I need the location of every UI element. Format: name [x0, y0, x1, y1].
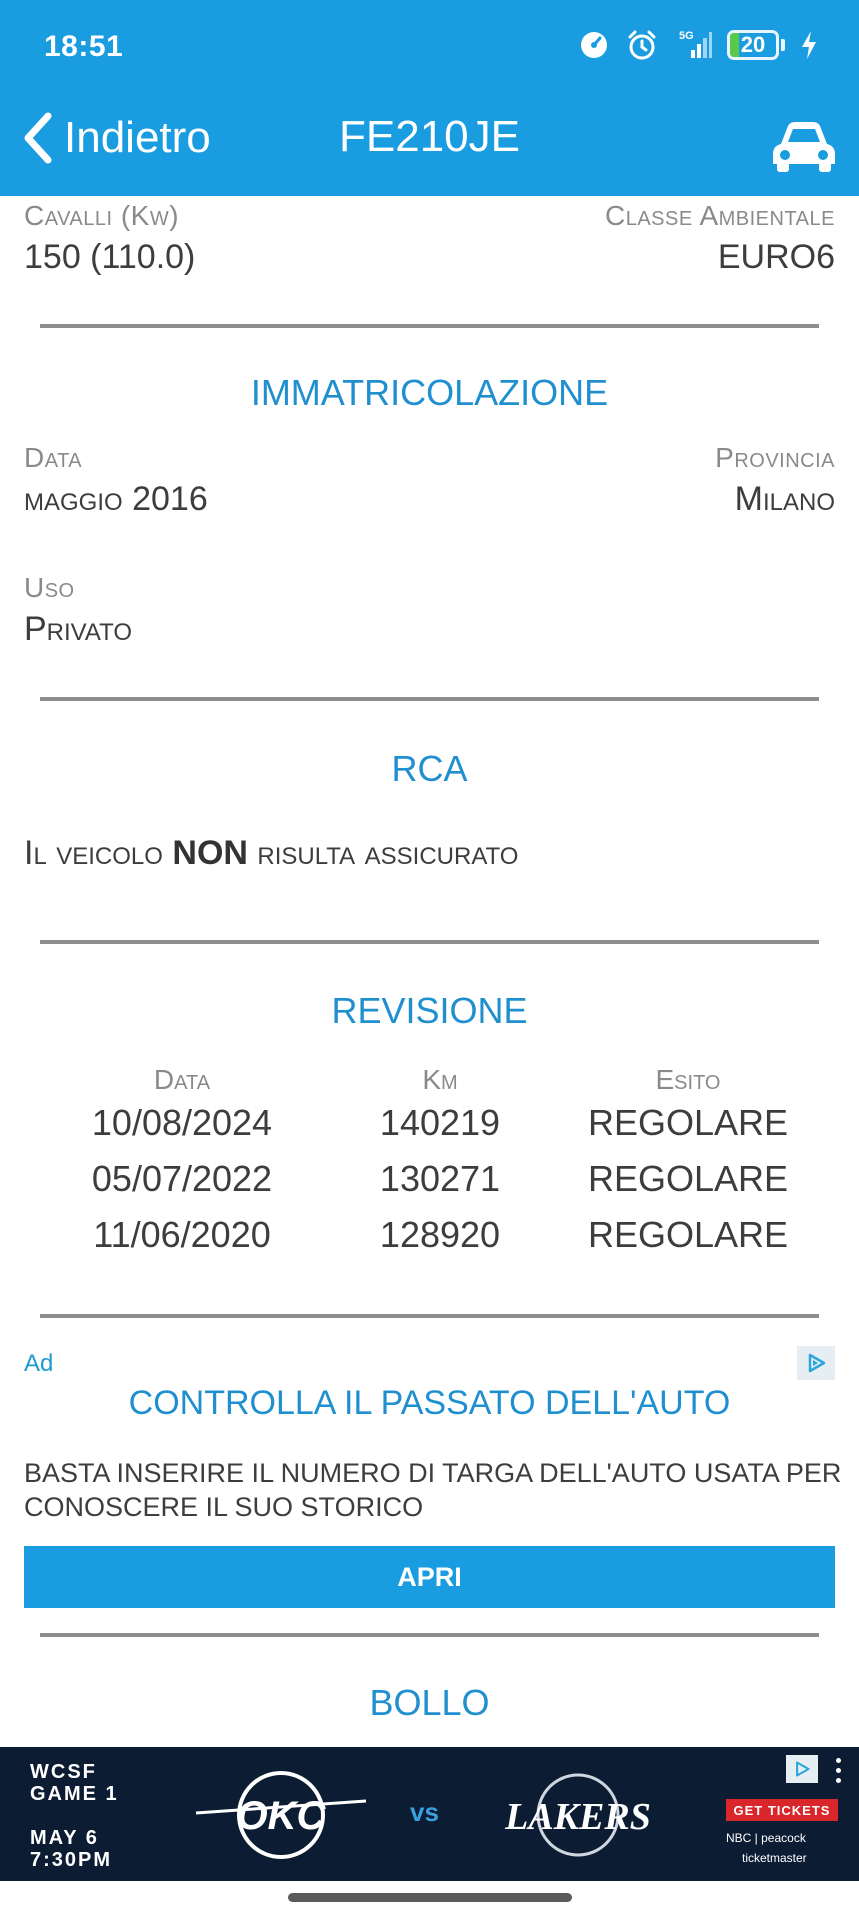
insurance-status: Il veicolo NON risulta assicurato: [24, 834, 519, 872]
ad-label: Ad: [24, 1350, 54, 1377]
banner-ticketing: ticketmaster: [742, 1851, 807, 1865]
inspection-title: REVISIONE: [331, 990, 528, 1031]
banner-more-icon[interactable]: [826, 1755, 850, 1785]
status-time: 18:51: [44, 30, 124, 63]
registration-title: IMMATRICOLAZIONE: [250, 372, 609, 413]
ad-body: BASTA INSERIRE IL NUMERO DI TARGA DELL'A…: [24, 1458, 842, 1522]
inspection-header-date: Data: [153, 1064, 211, 1095]
inspection-cell: REGOLARE: [587, 1214, 789, 1255]
registration-date-label: Data: [24, 442, 83, 473]
inspection-cell: REGOLARE: [587, 1102, 789, 1143]
inspection-cell: 128920: [379, 1214, 501, 1255]
inspection-cell: REGOLARE: [587, 1158, 789, 1199]
chevron-left-icon: [24, 112, 52, 164]
inspection-cell: 130271: [379, 1158, 501, 1199]
env-class-label: Classe Ambientale: [605, 200, 835, 231]
ad-headline[interactable]: CONTROLLA IL PASSATO DELL'AUTO: [0, 1384, 859, 1423]
power-value: 150 (110.0): [24, 238, 196, 276]
alarm-icon: [625, 28, 659, 62]
insurance-status-strong: NON: [172, 834, 248, 872]
banner-get-tickets-button[interactable]: GET TICKETS: [726, 1799, 838, 1821]
inspection-cell: 11/06/2020: [93, 1214, 271, 1255]
home-gesture-bar[interactable]: [288, 1893, 572, 1902]
province-label: Provincia: [715, 442, 835, 473]
banner-adchoices-icon[interactable]: [786, 1755, 818, 1783]
data-saver-icon: [577, 28, 611, 62]
banner-partners: NBC | peacock: [726, 1831, 806, 1845]
inspection-date-column: Data 10/08/2024 05/07/2022 11/06/2020: [52, 1064, 312, 1256]
banner-team1: OKC: [237, 1794, 327, 1838]
inspection-cell: 10/08/2024: [91, 1102, 273, 1143]
province-value: Milano: [734, 480, 835, 518]
use-label: Uso: [24, 572, 75, 603]
adchoices-icon[interactable]: [797, 1346, 835, 1380]
use-value: Privato: [24, 610, 133, 648]
divider: [40, 1314, 819, 1318]
banner-date-time: MAY 6 7:30PM: [30, 1827, 113, 1871]
plate-title: FE210JE: [339, 112, 520, 161]
battery-icon: 20: [727, 30, 785, 60]
inspection-header-result: Esito: [655, 1064, 721, 1095]
banner-ad[interactable]: WCSF GAME 1 MAY 6 7:30PM OKC vs LAKERS GET…: [0, 1747, 859, 1881]
inspection-cell: 05/07/2022: [91, 1158, 273, 1199]
ad-open-button[interactable]: APRI: [24, 1546, 835, 1608]
inspection-result-column: Esito REGOLARE REGOLARE REGOLARE: [568, 1064, 808, 1256]
divider: [40, 940, 819, 944]
okc-logo-icon: OKC: [195, 1771, 367, 1859]
divider: [40, 324, 819, 328]
app-header: 18:51 5G 20 Indietro FE210JE: [0, 0, 859, 196]
charging-icon: [799, 28, 819, 62]
signal-5g-icon: 5G: [673, 28, 713, 62]
lakers-logo-icon: LAKERS: [504, 1773, 651, 1857]
divider: [40, 1633, 819, 1637]
inspection-header-km: Km: [422, 1064, 458, 1095]
divider: [40, 697, 819, 701]
inspection-km-column: Km 140219 130271 128920: [340, 1064, 540, 1256]
status-icons: 5G 20: [577, 28, 819, 62]
insurance-title: RCA: [391, 748, 468, 789]
back-label: Indietro: [64, 113, 211, 162]
registration-date-value: maggio 2016: [24, 480, 208, 518]
power-label: Cavalli (Kw): [24, 200, 180, 231]
inspection-cell: 140219: [379, 1102, 501, 1143]
svg-text:5G: 5G: [679, 30, 694, 42]
tax-title: BOLLO: [369, 1682, 490, 1723]
car-icon[interactable]: [771, 118, 837, 174]
back-button[interactable]: Indietro: [22, 112, 211, 164]
banner-vs: vs: [410, 1797, 439, 1827]
banner-team2: LAKERS: [504, 1796, 651, 1838]
banner-game-info: WCSF GAME 1: [30, 1761, 119, 1805]
env-class-value: EURO6: [717, 238, 835, 276]
